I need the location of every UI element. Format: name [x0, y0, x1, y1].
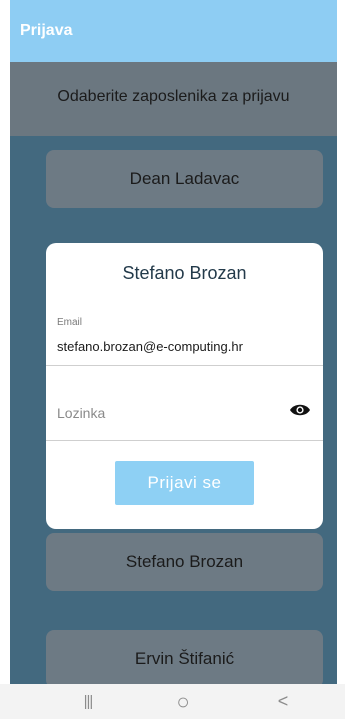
employee-button-dean-ladavac[interactable]: Dean Ladavac: [46, 150, 323, 208]
app-bar: Prijava: [10, 0, 337, 62]
login-screen: Prijava Odaberite zaposlenika za prijavu…: [10, 0, 337, 719]
login-dialog: Stefano Brozan Email stefano.brozan@e-co…: [46, 243, 323, 529]
eye-icon[interactable]: [289, 403, 311, 417]
employee-button-stefano-brozan[interactable]: Stefano Brozan: [46, 533, 323, 591]
email-field[interactable]: stefano.brozan@e-computing.hr: [57, 339, 243, 354]
employee-button-ervin-stifanic[interactable]: Ervin Štifanić: [46, 630, 323, 688]
recents-icon[interactable]: |||: [70, 684, 106, 719]
password-divider: [46, 440, 323, 441]
home-icon[interactable]: ○: [165, 684, 201, 719]
back-icon[interactable]: <: [265, 684, 301, 719]
dialog-title: Stefano Brozan: [122, 263, 247, 283]
system-nav-bar: ||| ○ <: [0, 684, 345, 719]
header-bar: Odaberite zaposlenika za prijavu: [10, 62, 337, 136]
header-text: Odaberite zaposlenika za prijavu: [57, 88, 290, 105]
login-button[interactable]: Prijavi se: [115, 461, 254, 505]
email-divider: [46, 365, 323, 366]
password-field[interactable]: Lozinka: [57, 405, 105, 421]
email-label: Email: [57, 317, 83, 328]
app-title: Prijava: [20, 22, 73, 39]
